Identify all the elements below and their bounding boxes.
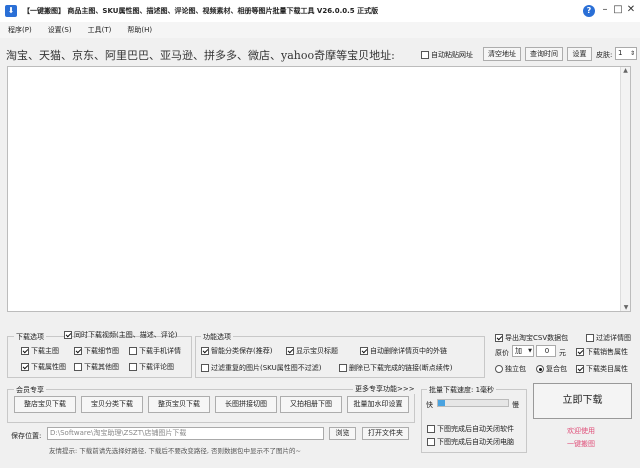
query-time-button[interactable]: 查询时间 [525,47,563,61]
whole-page-download-button[interactable]: 整页宝贝下载 [148,396,210,413]
spinner-icon: ⇕ [629,50,635,57]
show-title-checkbox[interactable]: 显示宝贝标题 [286,346,338,356]
scrollbar[interactable]: ▲ ▼ [620,67,630,311]
price-unit: 元 [559,349,566,357]
skin-select[interactable]: 1 ⇕ [615,47,637,60]
download-other-checkbox[interactable]: 下载其他图 [74,362,119,372]
price-label: 原价 [495,349,509,357]
download-category-attr-checkbox[interactable]: 下载类目属性 [576,364,628,374]
browse-button[interactable]: 浏览 [329,427,356,440]
speed-title: 批量下载速度: 1毫秒 [427,385,497,395]
export-csv-checkbox[interactable]: 导出淘宝CSV数据包 [495,333,568,343]
auto-close-software-checkbox[interactable]: 下图完成后自动关闭软件 [427,424,514,434]
watermark-settings-button[interactable]: 批量加水印设置 [347,396,409,413]
long-image-stitch-button[interactable]: 长图拼接切图 [215,396,277,413]
speed-fast-label: 快 [426,401,433,409]
speed-slider-fill [438,400,445,406]
youpai-album-button[interactable]: 又拍相册下图 [280,396,342,413]
friendly-tip: 友情提示: 下载前请先选择好路径, 下载后不要改变路径, 否则数据包中显示不了图… [49,447,301,455]
help-icon[interactable]: ? [583,5,595,17]
url-label: 淘宝、天猫、京东、阿里巴巴、亚马逊、拼多多、微店、yahoo奇摩等宝贝地址: [6,49,395,62]
chevron-down-icon: ▼ [528,348,532,354]
delete-done-links-checkbox[interactable]: 删除已下载完成的链接(断点续传) [339,363,452,373]
whole-shop-download-button[interactable]: 整店宝贝下载 [14,396,76,413]
settings-button[interactable]: 设置 [567,47,592,61]
speed-slider[interactable] [437,399,509,407]
speed-slow-label: 慢 [512,401,519,409]
title-bar: ⬇ 【一键搬图】 商品主图、SKU属性图、描述图、评论图、视频素材、相册等图片批… [0,0,640,22]
price-op-select[interactable]: 加 ▼ [512,345,534,357]
filter-duplicate-checkbox[interactable]: 过滤重复的图片(SKU属性图不过滤) [201,363,321,373]
auto-delete-outer-link-checkbox[interactable]: 自动删除详情页中的外链 [360,346,447,356]
skin-label: 皮肤: [596,51,613,59]
download-main-checkbox[interactable]: 下载主图 [21,346,59,356]
download-sales-attr-checkbox[interactable]: 下载销售属性 [576,347,628,357]
member-title: 会员专享 [14,385,46,395]
combined-package-radio[interactable]: 复合包 [536,364,567,374]
scroll-down-icon[interactable]: ▼ [621,304,631,311]
menu-help[interactable]: 帮助(H) [127,25,152,35]
auto-shutdown-checkbox[interactable]: 下图完成后自动关闭电脑 [427,437,514,447]
window-title: 【一键搬图】 商品主图、SKU属性图、描述图、评论图、视频素材、相册等图片批量下… [23,7,379,15]
category-download-button[interactable]: 宝贝分类下载 [81,396,143,413]
download-comment-checkbox[interactable]: 下载评论图 [129,362,174,372]
download-attr-checkbox[interactable]: 下载属性图 [21,362,66,372]
independent-package-radio[interactable]: 独立包 [495,364,526,374]
menu-tools[interactable]: 工具(T) [88,25,112,35]
welcome-link[interactable]: 欢迎使用 [567,426,595,436]
app-logo-icon: ⬇ [5,5,17,17]
smart-save-checkbox[interactable]: 智能分类保存(推荐) [201,346,272,356]
menu-settings[interactable]: 设置(S) [48,25,72,35]
filter-detail-checkbox[interactable]: 过滤详情图 [586,333,631,343]
brand-link[interactable]: 一键搬图 [567,439,595,449]
auto-paste-checkbox[interactable]: 自动粘贴网址 [421,50,473,60]
sync-video-checkbox[interactable]: 同时下载视频(主图、描述、评论) [64,330,177,340]
maximize-icon[interactable]: □ [611,3,625,17]
save-location-label: 保存位置: [11,432,42,440]
open-folder-button[interactable]: 打开文件夹 [362,427,409,440]
function-options-title: 功能选项 [201,332,233,342]
minimize-icon[interactable]: – [598,3,612,17]
close-icon[interactable]: ✕ [624,3,638,17]
clear-address-button[interactable]: 清空地址 [483,47,521,61]
scroll-up-icon[interactable]: ▲ [621,67,630,74]
price-value-input[interactable]: 0 [536,345,556,357]
download-detail-checkbox[interactable]: 下载细节图 [74,346,119,356]
download-mobile-detail-checkbox[interactable]: 下载手机详情 [129,346,181,356]
save-path-input[interactable]: D:\Software\淘宝助理\ZSZT\店铺图片下载 [47,427,324,440]
download-options-title: 下载选项 [14,332,46,342]
start-download-button[interactable]: 立即下载 [533,383,632,419]
more-functions-link[interactable]: 更多专享功能>>> [353,384,417,394]
url-textarea[interactable]: ▲ ▼ [7,66,631,312]
menu-bar: 程序(P) 设置(S) 工具(T) 帮助(H) [0,22,640,38]
menu-program[interactable]: 程序(P) [8,25,32,35]
